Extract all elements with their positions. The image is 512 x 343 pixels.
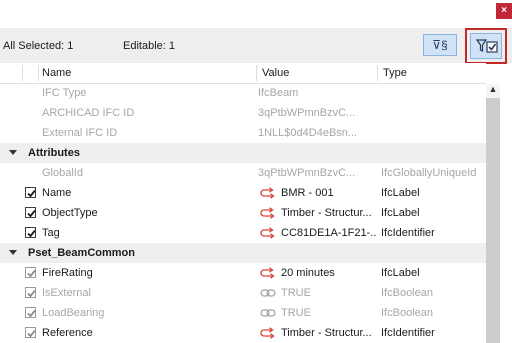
section-title: Attributes [28,147,80,159]
mapped-value-icon [260,327,276,342]
property-row[interactable]: ObjectType Timber - Structur... IfcLabel [0,203,486,223]
property-value[interactable]: 3qPtbWPmnBzvC... [258,107,376,119]
include-checkbox[interactable] [25,307,36,318]
column-header-value[interactable]: Value [262,67,289,79]
property-type: IfcIdentifier [381,327,435,339]
property-row[interactable]: ARCHICAD IFC ID 3qPtbWPmnBzvC... [0,103,486,123]
property-name: Tag [42,227,60,239]
filter-checkbox-icon [476,39,498,53]
property-row[interactable]: Name BMR - 001 IfcLabel [0,183,486,203]
property-row[interactable]: External IFC ID 1NLL$0d4D4eBsn... [0,123,486,143]
scroll-up-arrow-icon[interactable]: ▲ [486,82,500,96]
property-name: LoadBearing [42,307,105,319]
property-type: IfcLabel [381,267,420,279]
property-type: IfcIdentifier [381,227,435,239]
include-checkbox[interactable] [25,207,36,218]
property-type: IfcGloballyUniqueId [381,167,477,179]
property-row[interactable]: Reference Timber - Structur... IfcIdentifi… [0,323,486,343]
property-value[interactable]: Timber - Structur... [281,327,377,339]
mapped-value-icon [260,187,276,202]
property-value[interactable]: 20 minutes [281,267,377,279]
include-checkbox[interactable] [25,327,36,338]
property-type: IfcBoolean [381,287,433,299]
filter-checked-button[interactable] [470,33,502,59]
property-value[interactable]: BMR - 001 [281,187,377,199]
collapse-triangle-icon[interactable] [9,250,17,255]
linked-value-icon [260,307,276,322]
include-checkbox[interactable] [25,267,36,278]
column-header-name[interactable]: Name [42,67,71,79]
column-header-type[interactable]: Type [383,67,407,79]
property-name: GlobalId [42,167,83,179]
editable-count: Editable: 1 [123,40,175,52]
property-type: IfcLabel [381,207,420,219]
filter-button[interactable]: ⊽§ [423,34,457,56]
mapped-value-icon [260,267,276,282]
mapped-value-icon [260,227,276,242]
table-header: Name Value Type [0,63,486,84]
property-value[interactable]: CC81DE1A-1F21-... [281,227,377,239]
mapped-value-icon [260,207,276,222]
all-selected-count: All Selected: 1 [3,40,74,52]
include-checkbox[interactable] [25,227,36,238]
scrollbar-thumb[interactable] [486,98,500,343]
property-name: External IFC ID [42,127,118,139]
property-value[interactable]: TRUE [281,287,377,299]
property-type: IfcLabel [381,187,420,199]
property-row[interactable]: GlobalId 3qPtbWPmnBzvC... IfcGloballyUniqu… [0,163,486,183]
section-row[interactable]: Pset_BeamCommon [0,243,486,263]
property-row[interactable]: Tag CC81DE1A-1F21-... IfcIdentifier [0,223,486,243]
collapse-triangle-icon[interactable] [9,150,17,155]
include-checkbox[interactable] [25,287,36,298]
property-type: IfcBoolean [381,307,433,319]
property-name: IFC Type [42,87,87,99]
property-value[interactable]: IfcBeam [258,87,376,99]
property-value[interactable]: TRUE [281,307,377,319]
section-title: Pset_BeamCommon [28,247,135,259]
section-row[interactable]: Attributes [0,143,486,163]
property-row[interactable]: IFC Type IfcBeam [0,83,486,103]
property-name: ARCHICAD IFC ID [42,107,135,119]
property-row[interactable]: FireRating 20 minutes IfcLabel [0,263,486,283]
property-value[interactable]: 1NLL$0d4D4eBsn... [258,127,376,139]
linked-value-icon [260,287,276,302]
property-name: Name [42,187,72,199]
property-value[interactable]: Timber - Structur... [281,207,377,219]
include-checkbox[interactable] [25,187,36,198]
property-name: IsExternal [42,287,91,299]
property-row[interactable]: IsExternal TRUE IfcBoolean [0,283,486,303]
property-name: Reference [42,327,93,339]
property-name: ObjectType [42,207,98,219]
properties-table: Name Value Type IFC Type IfcBeam ARCHICAD … [0,63,486,343]
property-value[interactable]: 3qPtbWPmnBzvC... [258,167,376,179]
property-row[interactable]: LoadBearing TRUE IfcBoolean [0,303,486,323]
property-name: FireRating [42,267,93,279]
close-button[interactable]: × [496,3,512,19]
